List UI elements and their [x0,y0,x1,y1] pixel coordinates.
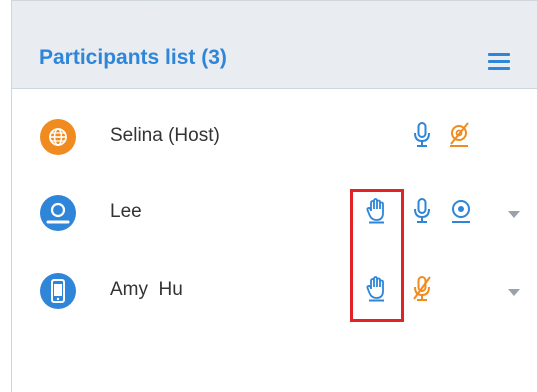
participant-row-selina[interactable]: Selina (Host) [12,109,537,165]
microphone-off-icon[interactable] [410,275,434,303]
video-off-icon[interactable] [447,121,471,149]
chevron-down-icon[interactable] [507,287,521,297]
participant-row-amy-hu[interactable]: Amy Hu [12,263,537,319]
participant-row-lee[interactable]: Lee [12,185,537,241]
participant-name: Lee [110,201,142,222]
phone-icon [40,273,76,309]
panel-title: Participants list (3) [39,46,227,69]
participants-panel: Participants list (3) Selina (Host) Lee … [11,0,537,392]
globe-icon [40,119,76,155]
chevron-down-icon[interactable] [507,209,521,219]
video-camera-icon[interactable] [449,197,473,225]
microphone-icon[interactable] [410,121,434,149]
highlight-box [350,189,404,322]
hamburger-menu-icon[interactable] [488,51,510,71]
user-icon [40,195,76,231]
participant-name: Amy Hu [110,279,183,300]
participant-name: Selina (Host) [110,125,220,146]
microphone-icon[interactable] [410,197,434,225]
panel-header: Participants list (3) [12,1,537,89]
